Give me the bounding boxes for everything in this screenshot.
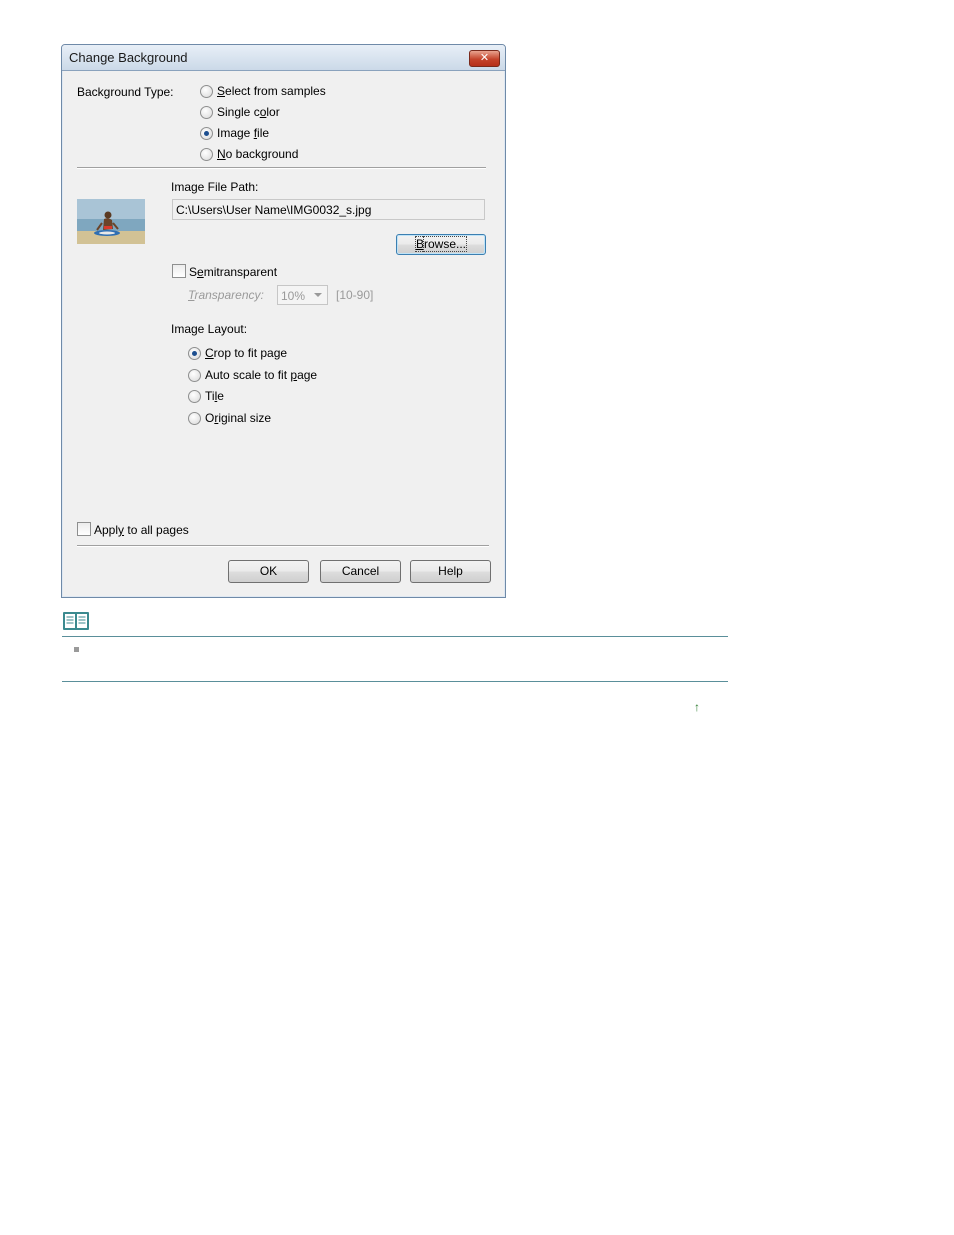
change-background-dialog: Change Background ✕ Background Type: Sel… [61, 44, 506, 598]
background-type-label: Background Type: [77, 85, 174, 99]
radio-original-size-label[interactable]: Original size [205, 411, 271, 425]
radio-image-file-label[interactable]: Image file [217, 126, 269, 140]
separator-top [77, 167, 486, 169]
radio-crop-to-fit-label[interactable]: Crop to fit page [205, 346, 287, 360]
dialog-client: Background Type: Select from samples Sin… [66, 71, 501, 593]
transparency-value: 10% [281, 289, 306, 303]
radio-select-from-samples-label[interactable]: Select from samples [217, 84, 326, 98]
radio-no-background[interactable] [200, 148, 213, 161]
image-file-path-field[interactable]: C:\Users\User Name\IMG0032_s.jpg [172, 199, 485, 220]
radio-image-file[interactable] [200, 127, 213, 140]
radio-no-background-label[interactable]: No background [217, 147, 298, 161]
close-icon: ✕ [479, 52, 490, 64]
transparency-range: [10-90] [336, 288, 374, 302]
transparency-select[interactable]: 10% [277, 285, 328, 305]
radio-single-color-label[interactable]: Single color [217, 105, 280, 119]
chevron-down-icon [314, 293, 322, 297]
note-bullet [74, 647, 79, 652]
ok-button[interactable]: OK [228, 560, 309, 583]
note-bottom-rule [62, 681, 728, 682]
radio-auto-scale-label[interactable]: Auto scale to fit page [205, 368, 317, 382]
close-button[interactable]: ✕ [469, 50, 500, 67]
radio-original-size[interactable] [188, 412, 201, 425]
apply-to-all-pages-label[interactable]: Apply to all pages [94, 523, 189, 537]
cancel-button[interactable]: Cancel [320, 560, 401, 583]
apply-to-all-pages-checkbox[interactable] [77, 522, 91, 536]
radio-select-from-samples[interactable] [200, 85, 213, 98]
radio-crop-to-fit[interactable] [188, 347, 201, 360]
semitransparent-checkbox[interactable] [172, 264, 186, 278]
radio-tile-label[interactable]: Tile [205, 389, 224, 403]
help-button[interactable]: Help [410, 560, 491, 583]
separator-bottom [77, 545, 489, 547]
dialog-title: Change Background [69, 50, 188, 65]
background-image-thumbnail [77, 199, 145, 244]
browse-button[interactable]: Browse... [396, 234, 486, 255]
image-file-path-label: Image File Path: [171, 180, 259, 194]
dialog-titlebar[interactable]: Change Background ✕ [62, 45, 505, 71]
note-book-icon [62, 611, 90, 636]
radio-auto-scale[interactable] [188, 369, 201, 382]
back-to-top-link[interactable]: ↑ [694, 700, 700, 714]
transparency-label: Transparency: [188, 288, 264, 302]
radio-tile[interactable] [188, 390, 201, 403]
radio-single-color[interactable] [200, 106, 213, 119]
note-top-rule [62, 636, 728, 637]
image-layout-label: Image Layout: [171, 322, 248, 336]
semitransparent-label[interactable]: Semitransparent [189, 265, 277, 279]
